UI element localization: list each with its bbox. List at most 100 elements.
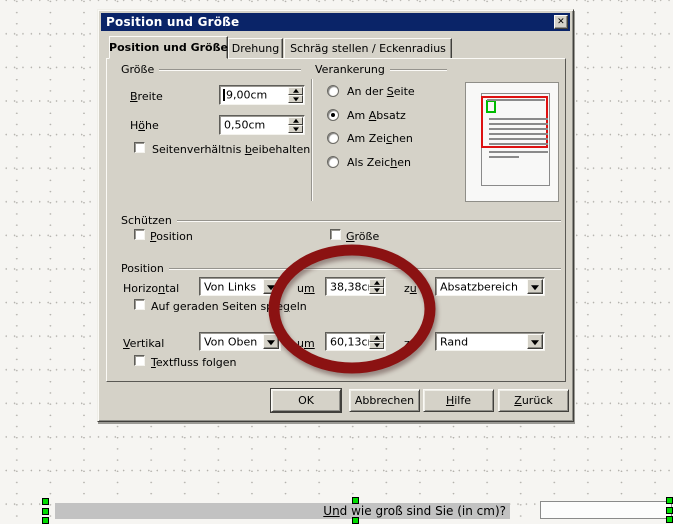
width-value: 9,00cm [226,89,267,102]
radio-an-der-seite-label: An der Seite [347,85,415,98]
group-anchor-label: Verankerung [315,63,385,76]
divider [311,79,313,201]
vertical-to-value: Rand [440,335,468,348]
chevron-down-icon[interactable] [527,279,543,294]
triangle-down-icon[interactable] [369,342,384,350]
selection-handle[interactable] [666,516,673,523]
selection-handle[interactable] [666,507,673,514]
horizontal-to-combobox[interactable]: Absatzbereich [435,277,545,296]
triangle-down-icon[interactable] [288,95,303,103]
horizontal-combobox[interactable]: Von Links [199,277,281,296]
preview-text-line [489,156,519,158]
protect-position-label: Position [150,230,193,243]
preview-text-line [489,128,548,130]
horizontal-to-label: zu [404,282,417,295]
radio-als-zeichen[interactable] [327,156,339,168]
form-answer-input[interactable] [540,501,672,519]
radio-als-zeichen-label: Als Zeichen [347,156,411,169]
horizontal-label: Horizontal [123,282,179,295]
protect-position-checkbox[interactable] [134,229,145,240]
triangle-down-icon[interactable] [369,287,384,295]
dialog-titlebar[interactable]: Position und Größe [101,13,570,31]
vertical-by-spinfield[interactable]: 60,13cm [325,332,386,351]
vertical-by-label: um [297,337,315,350]
ok-button[interactable]: OK [271,389,341,412]
vertical-to-combobox[interactable]: Rand [435,332,545,351]
preview-text-line [489,133,548,135]
horizontal-by-spinfield[interactable]: 38,38cm [325,277,386,296]
keep-ratio-label: Seitenverhältnis beibehalten [152,143,310,156]
preview-text-line [487,99,545,101]
preview-text-line [489,118,548,120]
height-value: 0,50cm [224,119,265,132]
radio-am-absatz-label: Am Absatz [347,109,406,122]
divider [159,69,301,71]
width-spinfield[interactable]: 9,00cm [219,85,305,105]
group-protect: Schützen [121,214,561,227]
textflow-label: Textfluss folgen [151,356,237,369]
tab-position-und-groesse[interactable]: Position und Größe [109,36,228,59]
anchor-preview [465,82,559,202]
selection-handle[interactable] [666,497,673,504]
chevron-down-icon[interactable] [263,334,279,349]
form-question-text: Und wie groß sind Sie (in cm)? [323,504,506,518]
preview-text-line [489,143,548,145]
keep-ratio-checkbox[interactable] [134,142,145,153]
radio-am-zeichen[interactable] [327,132,339,144]
mirror-even-pages-checkbox[interactable] [134,299,145,310]
radio-an-der-seite[interactable] [327,85,339,97]
position-size-dialog: Position und Größe Position und Größe Dr… [97,9,574,422]
cancel-button[interactable]: Abbrechen [349,389,420,412]
height-label: Höhe [130,119,159,132]
preview-text-line [489,138,548,140]
mirror-even-pages-label: Auf geraden Seiten spiegeln [151,300,307,313]
preview-object-marker [486,100,496,113]
chevron-down-icon[interactable] [263,279,279,294]
group-protect-label: Schützen [121,214,172,227]
triangle-up-icon[interactable] [288,87,303,95]
selection-handle[interactable] [42,498,49,505]
preview-text-line [489,151,548,153]
triangle-up-icon[interactable] [288,117,303,125]
protect-size-label: Größe [346,230,379,243]
triangle-up-icon[interactable] [369,334,384,342]
close-icon[interactable] [554,15,568,29]
horizontal-by-spinner [369,279,384,294]
selection-handle[interactable] [352,497,359,504]
horizontal-value: Von Links [204,280,256,293]
tab-drehung[interactable]: Drehung [228,38,283,59]
text-caret [223,89,225,101]
height-spinfield[interactable]: 0,50cm [219,115,305,135]
horizontal-to-value: Absatzbereich [440,280,518,293]
height-spinner [288,117,303,133]
triangle-down-icon[interactable] [288,125,303,133]
tab-panel: Größe Breite 9,00cm Höhe 0,50cm Seitenve… [106,58,566,382]
radio-am-absatz[interactable] [327,109,339,121]
triangle-up-icon[interactable] [369,279,384,287]
protect-size-checkbox[interactable] [330,229,341,240]
group-anchor: Verankerung [315,63,447,76]
radio-am-zeichen-label: Am Zeichen [347,132,413,145]
preview-text-line [489,123,548,125]
selection-handle[interactable] [352,517,359,524]
textflow-checkbox[interactable] [134,355,145,366]
group-position: Position [121,262,561,275]
chevron-down-icon[interactable] [527,334,543,349]
form-question-label[interactable]: Und wie groß sind Sie (in cm)? [55,503,510,519]
group-size: Größe [121,63,301,76]
vertical-to-label: zu [404,337,417,350]
selection-handle[interactable] [42,508,49,515]
divider [390,69,447,71]
width-label: Breite [130,90,163,103]
horizontal-by-label: um [297,282,315,295]
vertical-combobox[interactable]: Von Oben [199,332,281,351]
group-size-label: Größe [121,63,154,76]
tab-schraeg-stellen-eckenradius[interactable]: Schräg stellen / Eckenradius [284,38,452,59]
vertical-label: Vertikal [123,337,164,350]
back-button[interactable]: Zurück [498,389,569,412]
selection-handle[interactable] [42,517,49,524]
form-design-canvas: { "colors": { "titlebar_blue": "#0a2468"… [0,0,673,519]
vertical-by-spinner [369,334,384,349]
group-position-label: Position [121,262,164,275]
help-button[interactable]: Hilfe [423,389,494,412]
